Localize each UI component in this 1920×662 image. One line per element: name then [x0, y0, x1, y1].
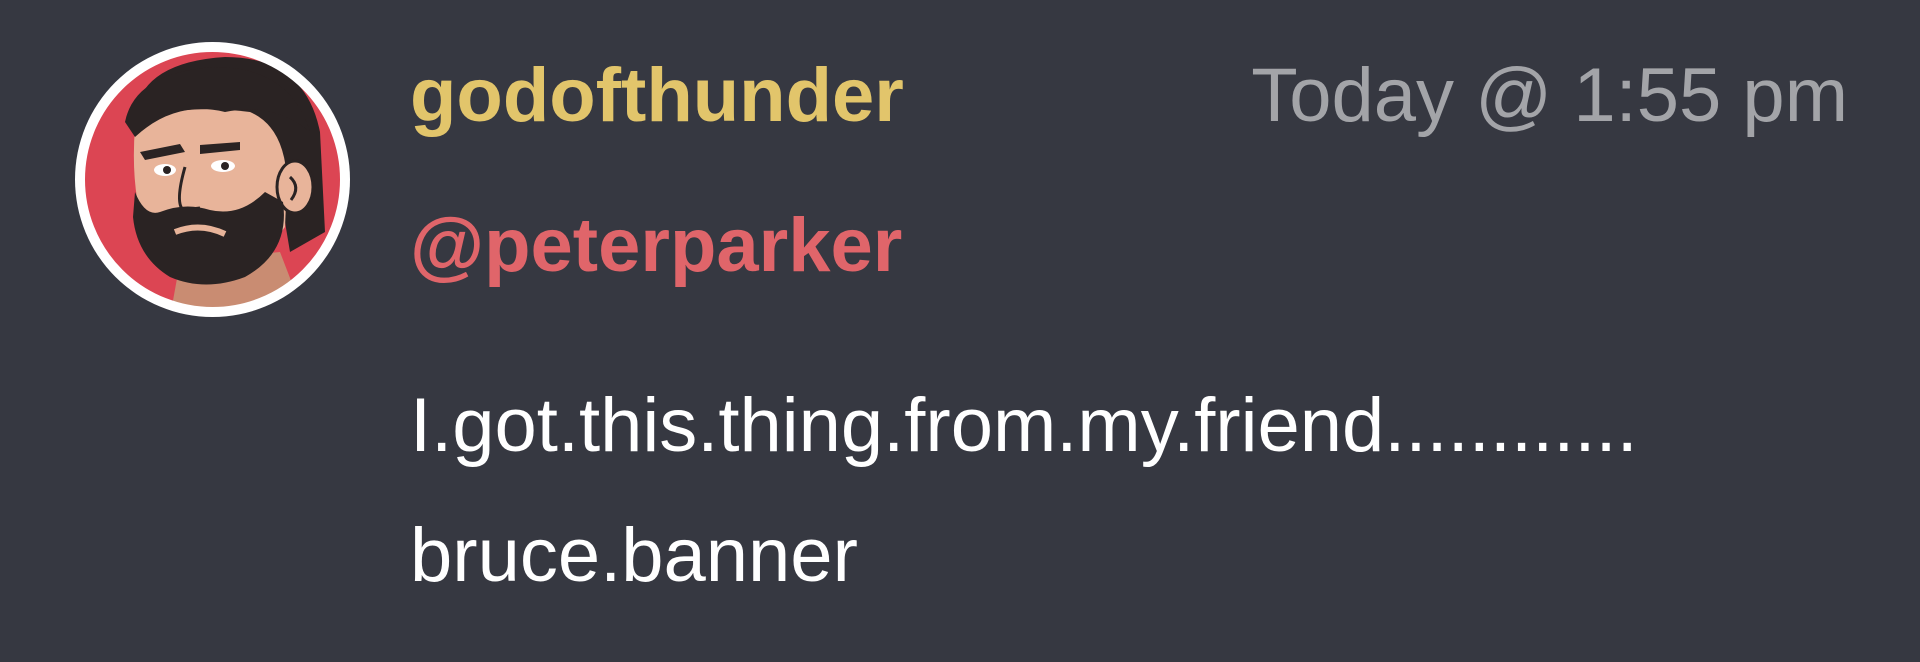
bearded-man-avatar-icon [78, 45, 347, 314]
message-text-line-2: bruce.banner [410, 513, 858, 598]
avatar[interactable] [75, 42, 350, 317]
author-name[interactable]: godofthunder [410, 50, 904, 142]
chat-message: godofthunder Today @ 1:55 pm @peterparke… [0, 0, 1920, 662]
timestamp: Today @ 1:55 pm [1251, 53, 1848, 138]
message-text-line-1: I.got.this.thing.from.my.friend.........… [410, 383, 1638, 468]
user-mention[interactable]: @peterparker [410, 200, 902, 292]
